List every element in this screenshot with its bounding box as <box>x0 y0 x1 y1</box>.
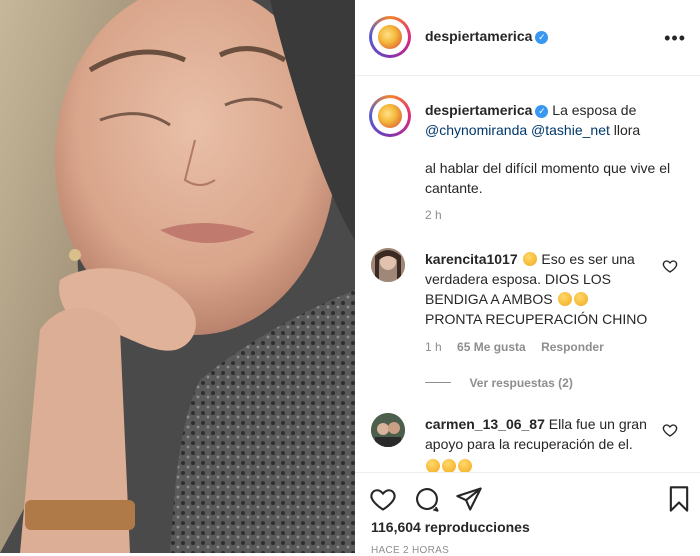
emoji-icon <box>557 292 572 306</box>
comment-like-heart-icon[interactable] <box>662 258 678 274</box>
views-count[interactable]: 116,604 reproducciones <box>371 519 530 535</box>
verified-badge-icon: ✓ <box>535 31 549 44</box>
header-username[interactable]: despiertamerica <box>425 28 532 44</box>
view-replies-label[interactable]: Ver respuestas (2) <box>469 376 572 390</box>
account-avatar[interactable] <box>369 16 411 58</box>
comment-likes[interactable]: 65 Me gusta <box>457 340 526 354</box>
action-bar: 116,604 reproducciones HACE 2 HORAS <box>355 472 700 556</box>
verified-badge-icon: ✓ <box>535 105 549 118</box>
caption-time[interactable]: 2 h <box>425 208 442 222</box>
comment-body: karencita1017 Eso es ser una verdadera e… <box>425 249 670 329</box>
caption-text-end: al hablar del difícil momento que vive e… <box>425 160 671 196</box>
commenter-avatar[interactable] <box>371 413 405 447</box>
video-frame-illustration <box>0 0 355 553</box>
emoji-icon <box>442 459 456 472</box>
commenter-photo <box>371 248 405 282</box>
emoji-icon <box>573 292 588 306</box>
more-icon[interactable]: ••• <box>664 28 686 49</box>
despierta-america-logo <box>378 25 402 49</box>
share-icon[interactable] <box>455 485 483 513</box>
comment-icon[interactable] <box>413 485 441 513</box>
comment-body: carmen_13_06_87 Ella fue un gran apoyo p… <box>425 414 670 472</box>
caption-text-start: La esposa de <box>552 102 637 118</box>
mention-tashie-net[interactable]: @tashie_net <box>531 122 610 138</box>
heart-icon[interactable] <box>369 485 397 513</box>
comment-meta: 1 h 65 Me gusta Responder <box>425 340 604 354</box>
post-video[interactable] <box>0 0 355 553</box>
caption-avatar[interactable] <box>369 95 411 137</box>
emoji-icon <box>426 459 440 472</box>
comment-text-tail: PRONTA RECUPERACIÓN CHINO <box>425 311 648 327</box>
caption-username[interactable]: despiertamerica <box>425 102 532 118</box>
comments-section[interactable]: despiertamerica ✓ La esposa de @chynomira… <box>355 76 700 472</box>
bookmark-icon[interactable] <box>665 485 693 513</box>
commenter-avatar[interactable] <box>371 248 405 282</box>
comment-time[interactable]: 1 h <box>425 340 442 354</box>
mention-chynomiranda[interactable]: @chynomiranda <box>425 122 527 138</box>
post-side-panel: despiertamerica ✓ ••• despiertamerica ✓ La… <box>355 0 700 556</box>
emoji-icon <box>522 252 537 266</box>
emoji-icon <box>458 459 472 472</box>
replies-divider <box>425 382 451 383</box>
comment-username[interactable]: karencita1017 <box>425 251 518 267</box>
view-replies[interactable]: Ver respuestas (2) <box>425 374 573 392</box>
post-timestamp: HACE 2 HORAS <box>371 545 450 556</box>
commenter-photo <box>371 413 405 447</box>
comment-like-heart-icon[interactable] <box>662 422 678 438</box>
post-caption: despiertamerica ✓ La esposa de @chynomira… <box>425 100 685 198</box>
comment-emoji-row <box>425 456 670 472</box>
comment-username[interactable]: carmen_13_06_87 <box>425 416 545 432</box>
reply-button[interactable]: Responder <box>541 340 604 354</box>
caption-text-mid: llora <box>613 122 641 138</box>
post-header: despiertamerica ✓ ••• <box>355 0 700 76</box>
despierta-america-logo <box>378 104 402 128</box>
